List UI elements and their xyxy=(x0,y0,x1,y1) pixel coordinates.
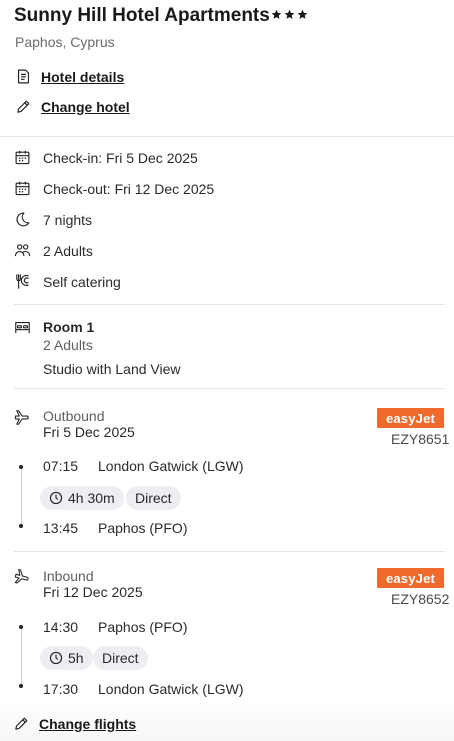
inbound-stops: Direct xyxy=(102,650,139,666)
room-type: Studio with Land View xyxy=(43,361,181,377)
pencil-icon xyxy=(15,717,28,730)
divider xyxy=(14,551,445,552)
check-in-row: Check-in: Fri 5 Dec 2025 xyxy=(14,149,198,166)
inbound-depart-airport: Paphos (PFO) xyxy=(98,619,188,635)
timeline-dot xyxy=(19,625,23,629)
pencil-icon xyxy=(17,100,30,113)
star-icon xyxy=(271,9,282,19)
inbound-arrive-time: 17:30 xyxy=(43,681,79,697)
calendar-icon xyxy=(15,150,30,165)
board-row: Self catering xyxy=(14,273,121,290)
check-out-text: Check-out: Fri 12 Dec 2025 xyxy=(43,180,215,197)
star-icon xyxy=(297,9,308,19)
timeline-dot xyxy=(19,465,23,469)
plane-landing-icon xyxy=(14,569,29,584)
change-hotel-label[interactable]: Change hotel xyxy=(41,99,130,115)
outbound-label: Outbound xyxy=(43,408,105,424)
divider xyxy=(0,136,454,137)
outbound-duration: 4h 30m xyxy=(68,490,115,506)
nights-text: 7 nights xyxy=(43,211,93,228)
timeline-line xyxy=(21,469,22,525)
timeline-line xyxy=(21,629,22,685)
airline-logo: easyJet xyxy=(377,408,444,428)
document-icon xyxy=(17,69,30,84)
room-occupancy: 2 Adults xyxy=(43,337,93,353)
change-hotel-link[interactable]: Change hotel xyxy=(15,98,130,115)
star-rating xyxy=(271,9,308,20)
hotel-details-link[interactable]: Hotel details xyxy=(15,68,124,85)
hotel-details-label[interactable]: Hotel details xyxy=(41,69,124,85)
stops-pill: Direct xyxy=(126,486,181,510)
hotel-name: Sunny Hill Hotel Apartments xyxy=(14,5,270,26)
calendar-icon xyxy=(15,181,30,196)
inbound-flight-number: EZY8652 xyxy=(391,591,450,607)
duration-pill: 4h 30m xyxy=(40,486,124,510)
change-flights-link[interactable]: Change flights xyxy=(13,715,136,732)
inbound-duration: 5h xyxy=(68,650,84,666)
bed-icon xyxy=(15,321,30,334)
guests-text: 2 Adults xyxy=(43,242,93,259)
inbound-date: Fri 12 Dec 2025 xyxy=(43,584,143,600)
board-text: Self catering xyxy=(43,273,121,290)
plane-takeoff-icon xyxy=(14,410,29,425)
room-title: Room 1 xyxy=(43,319,95,335)
outbound-flight-number: EZY8651 xyxy=(391,431,450,447)
stops-pill: Direct xyxy=(93,646,148,670)
timeline-dot xyxy=(19,524,23,528)
outbound-depart-time: 07:15 xyxy=(43,458,79,474)
outbound-arrive-airport: Paphos (PFO) xyxy=(98,520,188,536)
clock-icon xyxy=(49,491,63,505)
outbound-date: Fri 5 Dec 2025 xyxy=(43,424,135,440)
guests-row: 2 Adults xyxy=(14,242,93,259)
airline-logo: easyJet xyxy=(377,568,444,588)
change-flights-label[interactable]: Change flights xyxy=(39,716,136,732)
nights-row: 7 nights xyxy=(14,211,92,228)
star-icon xyxy=(284,9,295,19)
divider xyxy=(14,304,445,305)
inbound-label: Inbound xyxy=(43,568,94,584)
inbound-arrive-airport: London Gatwick (LGW) xyxy=(98,681,244,697)
cutlery-icon xyxy=(16,274,29,289)
divider xyxy=(14,388,445,389)
hotel-location: Paphos, Cyprus xyxy=(15,34,115,50)
outbound-arrive-time: 13:45 xyxy=(43,520,79,536)
outbound-depart-airport: London Gatwick (LGW) xyxy=(98,458,244,474)
clock-icon xyxy=(49,651,63,665)
duration-pill: 5h xyxy=(40,646,93,670)
moon-icon xyxy=(16,212,30,227)
check-out-row: Check-out: Fri 12 Dec 2025 xyxy=(14,180,214,197)
people-icon xyxy=(14,244,31,257)
inbound-depart-time: 14:30 xyxy=(43,619,79,635)
check-in-text: Check-in: Fri 5 Dec 2025 xyxy=(43,149,198,166)
timeline-dot xyxy=(19,684,23,688)
outbound-stops: Direct xyxy=(135,490,172,506)
